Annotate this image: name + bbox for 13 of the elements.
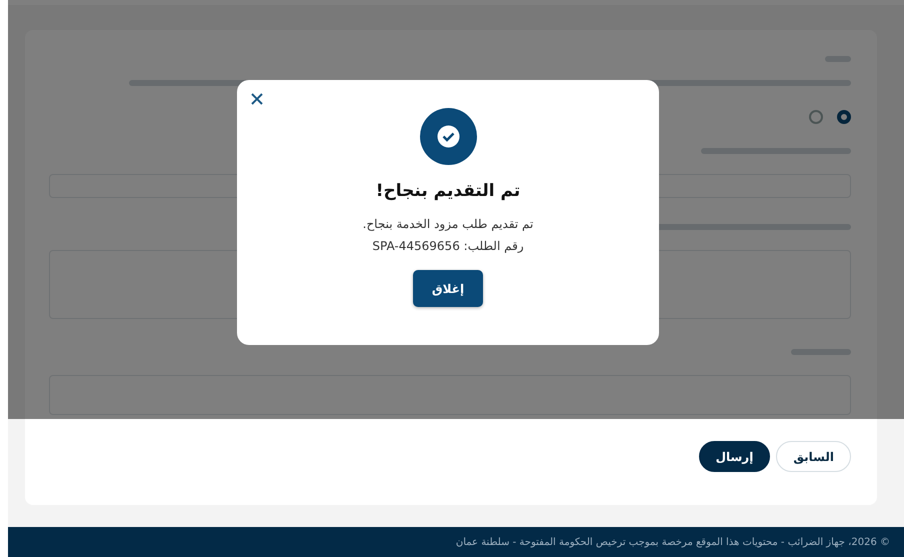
copyright-text: © 2026، جهاز الضرائب - محتويات هذا الموقع مرخصة بموجب ترخيص الحكومة المفتوحة - سلطنة عمان xyxy=(456,536,890,548)
radio-button[interactable] xyxy=(837,110,851,124)
blurred-label xyxy=(791,349,851,355)
request-number: رقم الطلب: SPA-44569656 xyxy=(372,238,524,255)
submit-button[interactable]: إرسال xyxy=(698,441,770,472)
radio-button[interactable] xyxy=(809,110,823,124)
close-icon[interactable] xyxy=(249,91,265,107)
dialog-title: تم التقديم بنجاح! xyxy=(376,181,520,201)
blurred-label xyxy=(825,56,851,62)
dialog-message: تم تقديم طلب مزود الخدمة بنجاح. xyxy=(362,216,534,233)
close-button[interactable]: إغلاق xyxy=(413,270,483,307)
checkmark-circle-icon xyxy=(420,108,476,165)
previous-button[interactable]: السابق xyxy=(776,441,851,472)
